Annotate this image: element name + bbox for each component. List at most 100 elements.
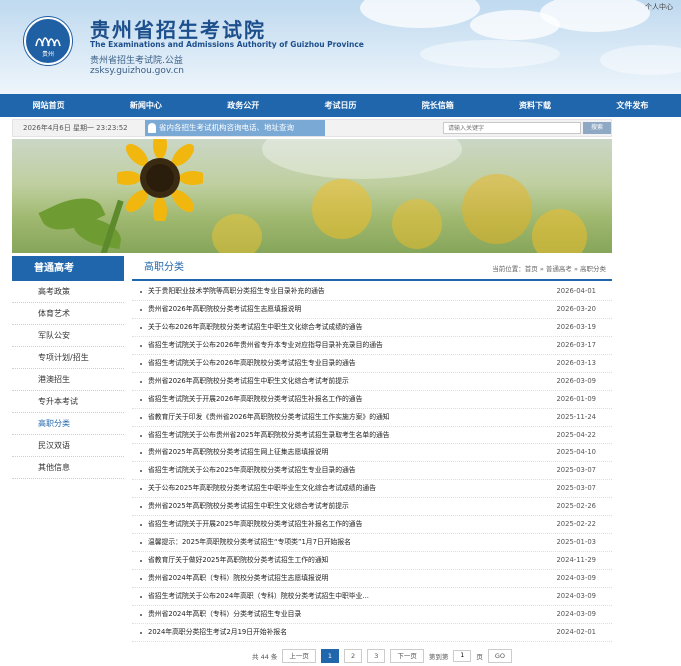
nav-home[interactable]: 网站首页: [0, 94, 97, 117]
cloud-decoration: [360, 0, 480, 28]
article-date: 2024-02-01: [556, 627, 596, 636]
sidebar-item-bilingual[interactable]: 民汉双语: [12, 435, 124, 457]
go-button[interactable]: GO: [487, 648, 512, 663]
article-title-link[interactable]: 关于公布2025年高职院校分类考试招生中职毕业生文化综合考试成绩的通告: [148, 480, 528, 498]
nav-director-mailbox[interactable]: 院长信箱: [389, 94, 486, 117]
article-title-link[interactable]: 贵州省2025年高职院校分类考试招生网上征集志愿填报说明: [148, 444, 528, 462]
article-row[interactable]: 省招生考试院关于公布2025年高职院校分类考试招生专业目录的通告 2025-03-…: [132, 462, 612, 481]
article-row[interactable]: 贵州省2026年高职院校分类考试招生志愿填报说明 2026-03-20: [132, 301, 612, 319]
article-row[interactable]: 省招生考试院关于公布2026年高职院校分类考试招生专业目录的通告 2026-03-…: [132, 355, 612, 373]
sidebar-item-sports-art[interactable]: 体育艺术: [12, 303, 124, 325]
article-row[interactable]: 省招生考试院关于公布2024年高职（专科）院校分类考试招生中职毕业... 2024…: [132, 588, 612, 606]
location-pin-icon: [148, 123, 156, 133]
nav-exam-calendar[interactable]: 考试日历: [292, 94, 389, 117]
bullet-icon: [140, 380, 142, 383]
article-row[interactable]: 省招生考试院关于开展2026年高职院校分类考试招生补报名工作的通告 2026-01…: [132, 391, 612, 409]
article-title-link[interactable]: 关于公布2026年高职院校分类考试招生中职生文化综合考试成绩的通告: [148, 319, 528, 337]
article-row[interactable]: 省教育厅关于印发《贵州省2026年高职院校分类考试招生工作实施方案》的通知 202…: [132, 409, 612, 427]
article-date: 2026-03-17: [556, 340, 596, 349]
sidebar-heading: 普通高考: [12, 256, 124, 281]
article-row[interactable]: 贵州省2025年高职院校分类考试招生网上征集志愿填报说明 2025-04-10: [132, 444, 612, 463]
article-title-link[interactable]: 2024年高职分类招生考试2月19日开始补报名: [148, 624, 528, 642]
nav-government-affairs[interactable]: 政务公开: [195, 94, 292, 117]
bullet-icon: [140, 506, 142, 509]
article-title-link[interactable]: 贵州省2024年高职（专科）分类考试招生专业目录: [148, 606, 528, 624]
prev-page-button[interactable]: 上一页: [282, 648, 316, 663]
article-list: 关于贵阳职业技术学院等高职分类招生专业目录补充的通告 2026-04-01 贵州省2…: [132, 283, 612, 642]
sunflower-icon: [117, 139, 203, 221]
article-row[interactable]: 2024年高职分类招生考试2月19日开始补报名 2024-02-01: [132, 624, 612, 642]
article-row[interactable]: 关于公布2026年高职院校分类考试招生中职生文化综合考试成绩的通告 2026-03…: [132, 319, 612, 337]
nav-documents[interactable]: 文件发布: [584, 94, 681, 117]
article-title-link[interactable]: 贵州省2026年高职院校分类考试招生志愿填报说明: [148, 301, 528, 319]
sidebar-item-upgrade-exam[interactable]: 专升本考试: [12, 391, 124, 413]
notice-text: 省内各招生考试机构咨询电话、地址查询: [159, 123, 294, 132]
article-row[interactable]: 省招生考试院关于公布贵州省2025年高职院校分类考试招生录取考生名单的通告 202…: [132, 427, 612, 445]
article-row[interactable]: 贵州省2024年高职（专科）院校分类考试招生志愿填报说明 2024-03-09: [132, 570, 612, 588]
site-subtitle: 贵州省招生考试院.公益: [90, 56, 183, 66]
bullet-icon: [140, 344, 142, 347]
goto-page-input[interactable]: [453, 649, 472, 662]
article-title-link[interactable]: 关于贵阳职业技术学院等高职分类招生专业目录补充的通告: [148, 283, 528, 301]
search-input[interactable]: [443, 122, 581, 134]
article-title-link[interactable]: 省招生考试院关于公布贵州省2025年高职院校分类考试招生录取考生名单的通告: [148, 427, 528, 445]
article-row[interactable]: 贵州省2024年高职（专科）分类考试招生专业目录 2024-03-09: [132, 606, 612, 624]
article-title-link[interactable]: 省招生考试院关于公布2026年贵州省专升本专业对应指导目录补充录目的通告: [148, 337, 528, 355]
article-row[interactable]: 贵州省2026年高职院校分类考试招生中职生文化综合考试考前提示 2026-03-0…: [132, 373, 612, 391]
user-center-link[interactable]: 个人中心: [645, 2, 673, 12]
site-title-english: The Examinations and Admissions Authorit…: [90, 40, 364, 49]
bullet-icon: [140, 524, 142, 527]
next-page-button[interactable]: 下一页: [390, 648, 424, 663]
page-button-3[interactable]: 3: [367, 648, 386, 663]
main-content: 高职分类 当前位置：首页 » 普通高考 » 高职分类 关于贵阳职业技术学院等高职…: [132, 256, 612, 642]
article-title-link[interactable]: 省招生考试院关于开展2026年高职院校分类考试招生补报名工作的通告: [148, 391, 528, 409]
sidebar-item-gaokao-policy[interactable]: 高考政策: [12, 281, 124, 303]
article-row[interactable]: 贵州省2025年高职院校分类考试招生中职生文化综合考试考前提示 2025-02-2…: [132, 498, 612, 517]
bullet-icon: [140, 291, 142, 293]
page-button-2[interactable]: 2: [344, 648, 363, 663]
nav-downloads[interactable]: 资料下载: [486, 94, 583, 117]
article-title-link[interactable]: 贵州省2025年高职院校分类考试招生中职生文化综合考试考前提示: [148, 498, 528, 516]
nav-news[interactable]: 新闻中心: [97, 94, 194, 117]
article-title-link[interactable]: 省招生考试院关于公布2026年高职院校分类考试招生专业目录的通告: [148, 355, 528, 373]
article-title-link[interactable]: 省招生考试院关于开展2025年高职院校分类考试招生补报名工作的通告: [148, 516, 528, 534]
site-header: 贵州 贵州省招生考试院 The Examinations and Admissi…: [0, 0, 681, 94]
main-nav: 网站首页 新闻中心 政务公开 考试日历 院长信箱 资料下载 文件发布: [0, 94, 681, 117]
goto-label: 第到第: [428, 652, 449, 661]
article-row[interactable]: 关于公布2025年高职院校分类考试招生中职毕业生文化综合考试成绩的通告 2025-…: [132, 480, 612, 499]
article-row[interactable]: 省教育厅关于做好2025年高职院校分类考试招生工作的通知 2024-11-29: [132, 552, 612, 570]
sidebar-item-military-police[interactable]: 军队公安: [12, 325, 124, 347]
article-row[interactable]: 温馨提示：2025年高职院校分类考试招生“专项类”1月7日开始报名 2025-01…: [132, 534, 612, 553]
article-row[interactable]: 关于贵阳职业技术学院等高职分类招生专业目录补充的通告 2026-04-01: [132, 283, 612, 301]
sidebar-item-hk-macao[interactable]: 港澳招生: [12, 369, 124, 391]
search-button[interactable]: 搜索: [583, 122, 611, 134]
article-title-link[interactable]: 温馨提示：2025年高职院校分类考试招生“专项类”1月7日开始报名: [148, 534, 528, 552]
article-title-link[interactable]: 贵州省2024年高职（专科）院校分类考试招生志愿填报说明: [148, 570, 528, 588]
site-logo[interactable]: 贵州: [24, 17, 72, 65]
article-row[interactable]: 省招生考试院关于公布2026年贵州省专升本专业对应指导目录补充录目的通告 2026…: [132, 337, 612, 355]
article-title-link[interactable]: 贵州省2026年高职院校分类考试招生中职生文化综合考试考前提示: [148, 373, 528, 391]
site-url: zsksy.guizhou.gov.cn: [90, 66, 184, 76]
article-title-link[interactable]: 省招生考试院关于公布2024年高职（专科）院校分类考试招生中职毕业...: [148, 588, 528, 606]
sidebar: 普通高考 高考政策 体育艺术 军队公安 专项计划/招生 港澳招生 专升本考试 高…: [12, 256, 124, 479]
bullet-icon: [140, 560, 142, 563]
bullet-icon: [140, 595, 142, 598]
article-title-link[interactable]: 省招生考试院关于公布2025年高职院校分类考试招生专业目录的通告: [148, 462, 528, 480]
article-date: 2025-11-24: [556, 412, 596, 421]
sidebar-item-special-plan[interactable]: 专项计划/招生: [12, 347, 124, 369]
page-button-1[interactable]: 1: [320, 648, 340, 663]
article-row[interactable]: 省招生考试院关于开展2025年高职院校分类考试招生补报名工作的通告 2025-02…: [132, 516, 612, 535]
article-date: 2026-04-01: [556, 287, 596, 295]
site-title: 贵州省招生考试院: [90, 18, 266, 42]
article-title-link[interactable]: 省教育厅关于做好2025年高职院校分类考试招生工作的通知: [148, 552, 528, 570]
sidebar-item-other[interactable]: 其他信息: [12, 457, 124, 479]
sidebar-item-vocational[interactable]: 高职分类: [12, 413, 124, 435]
bullet-icon: [140, 326, 142, 329]
article-date: 2025-04-10: [556, 448, 596, 457]
article-date: 2026-03-19: [556, 322, 596, 331]
logo-text: 贵州: [41, 51, 54, 58]
notice-link[interactable]: 省内各招生考试机构咨询电话、地址查询: [145, 120, 325, 136]
article-title-link[interactable]: 省教育厅关于印发《贵州省2026年高职院校分类考试招生工作实施方案》的通知: [148, 409, 528, 427]
pagination: 共 44 条 上一页 1 2 3 下一页 第到第 页 GO: [252, 648, 512, 663]
breadcrumb: 当前位置：首页 » 普通高考 » 高职分类: [492, 265, 606, 273]
